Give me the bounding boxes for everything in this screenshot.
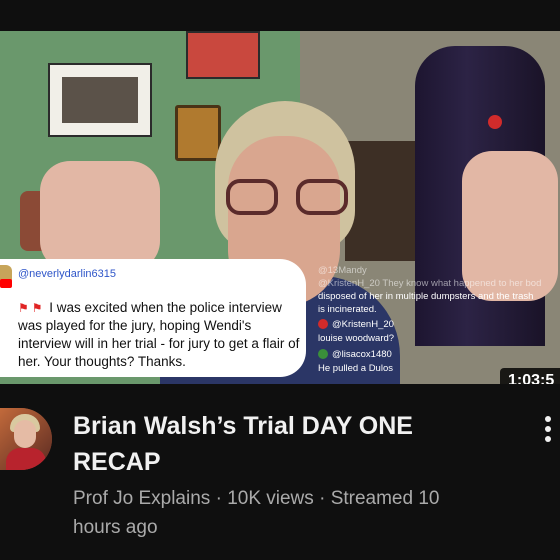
video-title[interactable]: Brian Walsh’s Trial DAY ONE RECAP <box>73 408 473 480</box>
top-bar <box>0 0 560 31</box>
chat-line: disposed of her in multiple dumpsters an… <box>318 291 534 302</box>
streamed-time: Streamed 10 <box>330 488 440 509</box>
video-thumbnail[interactable]: @neverlydarlin6315 ⚑ ⚑ I was excited when… <box>0 31 560 384</box>
channel-avatar[interactable] <box>0 408 52 470</box>
chat-avatar <box>318 319 328 330</box>
red-flag-icon: ⚑ <box>31 301 43 315</box>
video-title-line: Brian Walsh’s Trial DAY ONE <box>73 412 413 440</box>
presenter-left-hand <box>40 161 160 271</box>
chat-line: is incinerated. <box>318 304 377 315</box>
separator: · <box>319 488 326 509</box>
video-duration-badge: 1:03:5 <box>500 368 560 384</box>
chat-avatar <box>318 349 328 360</box>
view-count: 10K views <box>227 488 314 509</box>
live-chat-overlay: @13Mandy @KristenH_20 They know what hap… <box>318 263 560 384</box>
more-vert-icon[interactable] <box>538 414 560 444</box>
video-title-line: RECAP <box>73 448 161 476</box>
bookshelf <box>345 141 415 261</box>
chat-line: @KristenH_20 <box>318 319 394 330</box>
red-flag-icon: ⚑ <box>18 301 29 315</box>
chat-line: @lisacox1480 <box>318 349 392 360</box>
comment-user-pill: @neverlydarlin6315 <box>0 263 132 289</box>
video-subtitle: Prof Jo Explains · 10K views · Streamed … <box>73 484 493 542</box>
chat-line: louise woodward? <box>318 333 395 344</box>
channel-name[interactable]: Prof Jo Explains <box>73 488 210 509</box>
wall-painting <box>186 31 260 79</box>
glasses <box>226 179 350 219</box>
chat-line: He pulled a Dulos <box>318 363 393 374</box>
wall-plaque <box>175 105 221 161</box>
comment-username: @neverlydarlin6315 <box>18 268 117 280</box>
youtube-logo-icon <box>0 279 12 288</box>
chat-line: @13Mandy <box>318 265 367 276</box>
comment-text: ⚑ ⚑ I was excited when the police intervi… <box>18 299 300 371</box>
ornament <box>488 115 502 129</box>
wall-frame <box>48 63 152 137</box>
separator: · <box>215 488 222 509</box>
streamed-time-continued: hours ago <box>73 517 158 538</box>
chat-line: @KristenH_20 They know what happened to … <box>318 278 542 289</box>
video-metadata: Brian Walsh’s Trial DAY ONE RECAP Prof J… <box>0 384 560 560</box>
comment-body: I was excited when the police interview … <box>18 300 300 369</box>
